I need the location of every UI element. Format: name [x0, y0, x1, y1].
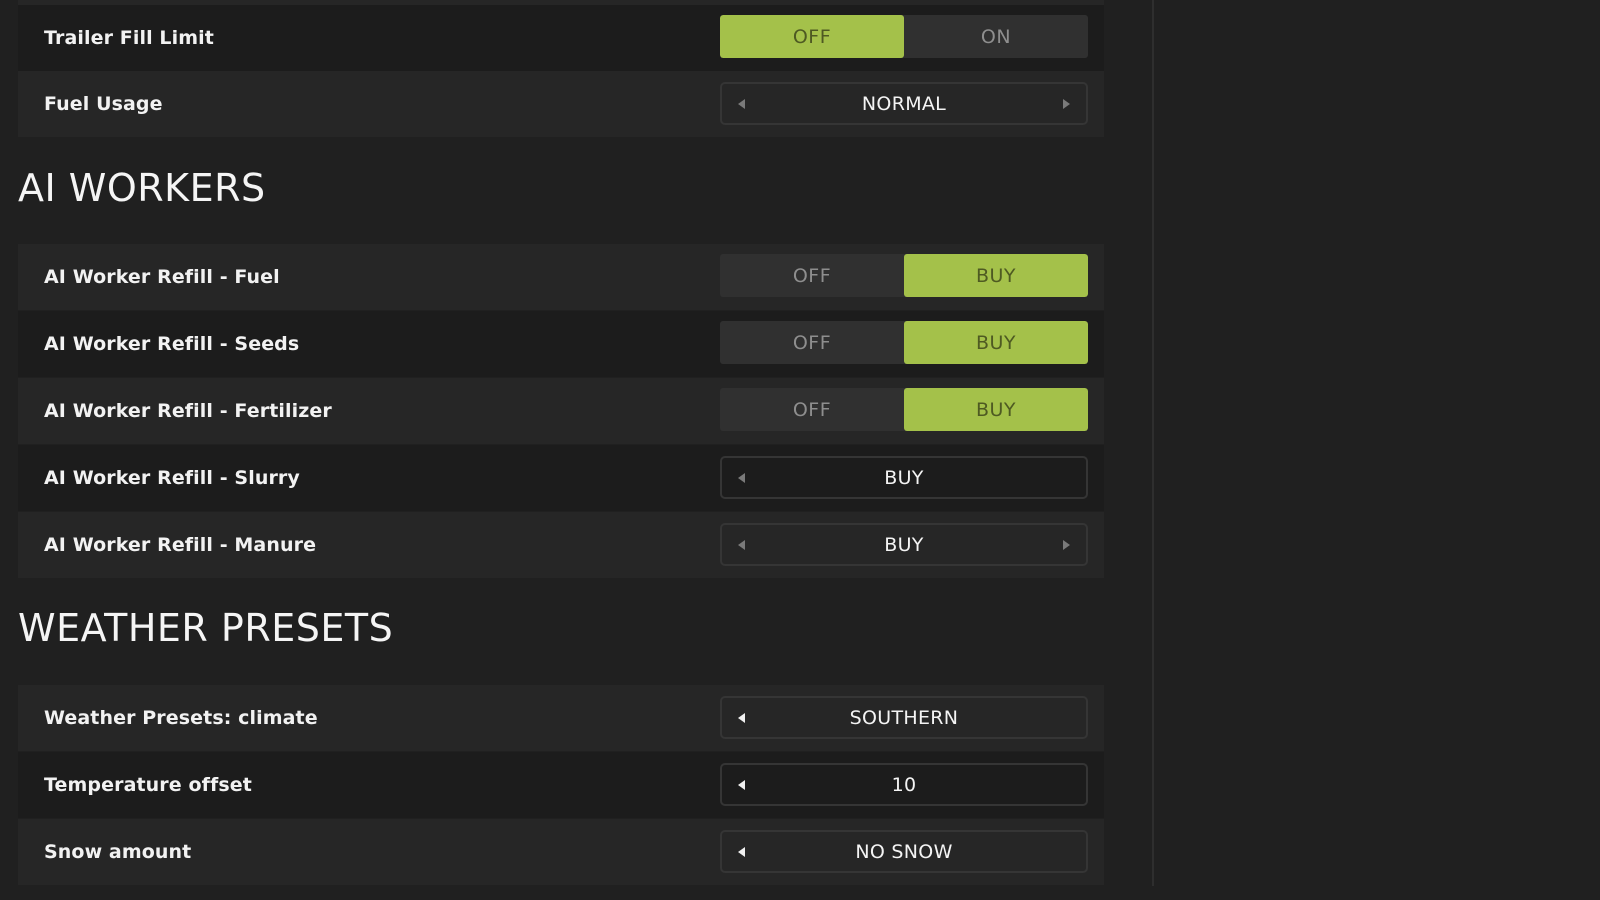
- refill-slurry-value: BUY: [884, 466, 924, 489]
- arrow-right-icon[interactable]: [1063, 539, 1070, 550]
- fuel-usage-row: Fuel Usage NORMAL: [18, 71, 1104, 137]
- temperature-offset-row: Temperature offset 10: [18, 752, 1104, 818]
- arrow-left-icon[interactable]: [738, 779, 745, 790]
- climate-selector[interactable]: SOUTHERN: [720, 696, 1088, 739]
- snow-amount-value: NO SNOW: [855, 840, 953, 863]
- refill-manure-label: AI Worker Refill - Manure: [44, 534, 317, 556]
- weather-presets-heading: WEATHER PRESETS: [18, 606, 394, 650]
- refill-fuel-buy-option[interactable]: BUY: [904, 254, 1088, 297]
- temperature-offset-selector[interactable]: 10: [720, 763, 1088, 806]
- vertical-divider: [1152, 0, 1154, 886]
- climate-label: Weather Presets: climate: [44, 707, 318, 729]
- refill-fertilizer-off-option[interactable]: OFF: [720, 388, 904, 431]
- trailer-fill-limit-on-option[interactable]: ON: [904, 15, 1088, 58]
- climate-value: SOUTHERN: [849, 706, 959, 729]
- refill-manure-value: BUY: [884, 533, 924, 556]
- arrow-left-icon[interactable]: [738, 846, 745, 857]
- fuel-usage-selector[interactable]: NORMAL: [720, 82, 1088, 125]
- refill-manure-row: AI Worker Refill - Manure BUY: [18, 512, 1104, 578]
- snow-amount-row: Snow amount NO SNOW: [18, 819, 1104, 885]
- refill-seeds-buy-option[interactable]: BUY: [904, 321, 1088, 364]
- fuel-usage-label: Fuel Usage: [44, 93, 163, 115]
- trailer-fill-limit-toggle[interactable]: OFF ON: [720, 15, 1088, 58]
- refill-seeds-label: AI Worker Refill - Seeds: [44, 333, 300, 355]
- refill-fuel-toggle[interactable]: OFF BUY: [720, 254, 1088, 297]
- refill-seeds-toggle[interactable]: OFF BUY: [720, 321, 1088, 364]
- refill-slurry-label: AI Worker Refill - Slurry: [44, 467, 300, 489]
- refill-fertilizer-toggle[interactable]: OFF BUY: [720, 388, 1088, 431]
- arrow-left-icon[interactable]: [738, 712, 745, 723]
- refill-slurry-row: AI Worker Refill - Slurry BUY: [18, 445, 1104, 511]
- refill-manure-selector[interactable]: BUY: [720, 523, 1088, 566]
- arrow-left-icon[interactable]: [738, 98, 745, 109]
- refill-seeds-row: AI Worker Refill - Seeds OFF BUY: [18, 311, 1104, 377]
- refill-fertilizer-buy-option[interactable]: BUY: [904, 388, 1088, 431]
- refill-fuel-label: AI Worker Refill - Fuel: [44, 266, 280, 288]
- refill-seeds-off-option[interactable]: OFF: [720, 321, 904, 364]
- trailer-fill-limit-label: Trailer Fill Limit: [44, 27, 214, 49]
- refill-fertilizer-label: AI Worker Refill - Fertilizer: [44, 400, 332, 422]
- temperature-offset-label: Temperature offset: [44, 774, 252, 796]
- trailer-fill-limit-off-option[interactable]: OFF: [720, 15, 904, 58]
- ai-workers-heading: AI WORKERS: [18, 166, 266, 210]
- refill-fuel-row: AI Worker Refill - Fuel OFF BUY: [18, 244, 1104, 310]
- snow-amount-selector[interactable]: NO SNOW: [720, 830, 1088, 873]
- trailer-fill-limit-row: Trailer Fill Limit OFF ON: [18, 5, 1104, 71]
- refill-fertilizer-row: AI Worker Refill - Fertilizer OFF BUY: [18, 378, 1104, 444]
- arrow-right-icon[interactable]: [1063, 98, 1070, 109]
- refill-fuel-off-option[interactable]: OFF: [720, 254, 904, 297]
- fuel-usage-value: NORMAL: [861, 92, 947, 115]
- arrow-left-icon[interactable]: [738, 539, 745, 550]
- arrow-left-icon[interactable]: [738, 472, 745, 483]
- refill-slurry-selector[interactable]: BUY: [720, 456, 1088, 499]
- temperature-offset-value: 10: [891, 773, 917, 796]
- snow-amount-label: Snow amount: [44, 841, 192, 863]
- climate-row: Weather Presets: climate SOUTHERN: [18, 685, 1104, 751]
